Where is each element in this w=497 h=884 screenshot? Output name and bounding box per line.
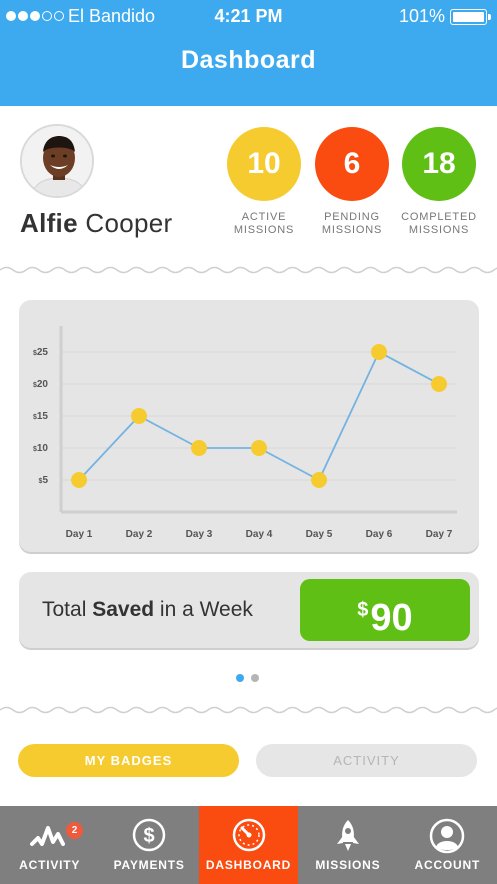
user-first-name: Alfie [20,208,78,238]
pending-missions-count: 6 [315,127,389,201]
completed-missions-label: COMPLETED MISSIONS [401,211,477,236]
y-tick-label: $15 [33,411,48,422]
tab-dashboard-label: DASHBOARD [205,858,292,872]
active-missions-label: ACTIVE MISSIONS [233,211,295,236]
data-point [191,440,207,456]
svg-text:$: $ [144,825,155,847]
avatar-photo [22,126,92,196]
currency-symbol: $ [357,599,369,621]
dollar-icon: $ [132,818,166,852]
avatar[interactable] [20,124,94,198]
status-bar: El Bandido 4:21 PM 101% [0,0,497,32]
tab-missions-label: MISSIONS [315,858,381,872]
y-tick-label: $5 [39,475,49,486]
pending-missions-label: PENDING MISSIONS [321,211,383,236]
my-badges-tab[interactable]: MY BADGES [18,744,239,777]
tab-missions[interactable]: MISSIONS [298,806,397,884]
user-last-name: Cooper [85,208,173,238]
user-icon [430,818,465,854]
tab-payments-label: PAYMENTS [113,858,185,872]
bottom-tab-bar: 2 ACTIVITY $ PAYMENTS DASHBOARD MISSIONS [0,806,497,884]
activity-tab[interactable]: ACTIVITY [256,744,477,777]
page-dot-1[interactable] [236,674,244,682]
completed-missions-count: 18 [402,127,476,201]
total-saved-card: Total Saved in a Week $90 [19,572,479,648]
activity-icon [29,826,65,846]
tab-activity[interactable]: 2 ACTIVITY [0,806,99,884]
header-wave-edge [0,90,497,102]
active-missions-stat[interactable]: 10 ACTIVE MISSIONS [219,127,309,237]
page-title: Dashboard [180,46,317,74]
page-dot-2[interactable] [251,674,259,682]
divider-wave [0,266,497,274]
y-tick-label: $20 [33,379,48,390]
divider-wave [0,706,497,714]
data-point [71,472,87,488]
user-name: Alfie Cooper [20,208,172,239]
speedometer-icon [232,818,265,852]
savings-chart-card: $5 $10 $15 $20 $25 Day 1 Day 2 Day 3 Day 4 Day 5 D… [19,300,479,552]
active-missions-count: 10 [227,127,301,201]
tab-activity-label: ACTIVITY [19,858,81,872]
x-tick-label: Day 2 [126,529,153,540]
data-point [431,376,447,392]
data-point [131,408,147,424]
savings-line-chart: $5 $10 $15 $20 $25 Day 1 Day 2 Day 3 Day 4 Day 5 D… [33,326,457,540]
x-tick-label: Day 1 [66,529,93,540]
amount-value: 90 [370,597,413,639]
battery-percentage: 101% [398,6,445,26]
data-point [251,440,267,456]
page-indicator[interactable] [236,674,259,682]
activity-notification-badge: 2 [66,822,83,839]
y-tick-label: $10 [33,443,48,454]
total-saved-label: Total Saved in a Week [42,598,253,621]
x-tick-label: Day 7 [426,529,453,540]
data-point [311,472,327,488]
battery-icon [450,9,491,25]
data-point [371,344,387,360]
completed-missions-stat[interactable]: 18 COMPLETED MISSIONS [394,127,484,237]
tab-account[interactable]: ACCOUNT [398,806,497,884]
tab-dashboard[interactable]: DASHBOARD [198,806,299,884]
x-tick-label: Day 3 [186,529,213,540]
x-tick-label: Day 4 [246,529,273,540]
x-tick-label: Day 5 [306,529,333,540]
tab-payments[interactable]: $ PAYMENTS [99,806,198,884]
total-saved-amount[interactable]: $90 [300,579,470,641]
x-tick-label: Day 6 [366,529,393,540]
tab-account-label: ACCOUNT [414,858,481,872]
pending-missions-stat[interactable]: 6 PENDING MISSIONS [307,127,397,237]
rocket-icon [336,820,359,851]
y-tick-label: $25 [33,347,48,358]
